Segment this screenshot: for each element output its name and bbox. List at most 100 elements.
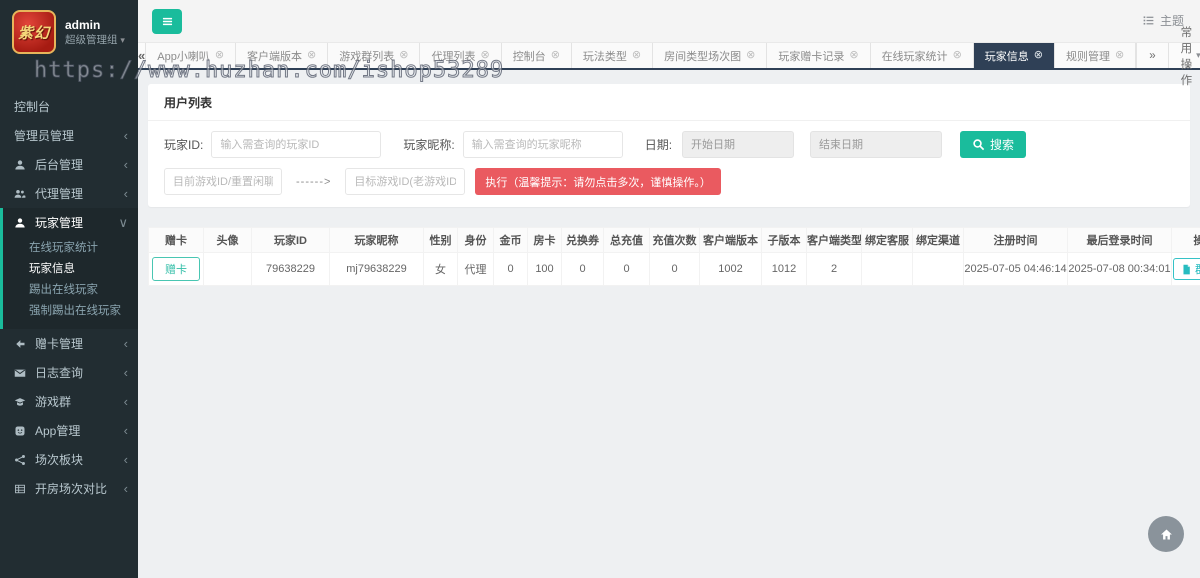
chevron-down-icon: ▾: [1196, 50, 1200, 61]
sidebar-subitem-强制踢出在线玩家[interactable]: 强制踢出在线玩家: [3, 301, 138, 322]
nickname-input[interactable]: [463, 131, 623, 158]
scroll-right-label: »: [1149, 50, 1155, 62]
tab-游戏群列表[interactable]: 游戏群列表⊗: [328, 43, 420, 68]
list-icon: [1142, 14, 1155, 27]
common-actions-dropdown[interactable]: 常用操作 ▾: [1168, 43, 1200, 68]
sidebar-item-label: 代理管理: [35, 185, 124, 202]
tab-close-icon[interactable]: ⊗: [551, 50, 560, 61]
target-game-id-input[interactable]: [345, 168, 465, 195]
current-game-id-input[interactable]: [164, 168, 282, 195]
group-data-button[interactable]: 群数据: [1173, 258, 1200, 280]
chevron-left-icon: ‹: [124, 157, 128, 172]
tab-客户端版本[interactable]: 客户端版本 ⊗: [236, 43, 328, 68]
date-label: 日期:: [645, 136, 672, 153]
envelope-icon: [14, 367, 29, 379]
column-header: 最后登录时间: [1068, 228, 1172, 253]
tab-代理列表[interactable]: 代理列表 ⊗: [420, 43, 501, 68]
search-button[interactable]: 搜索: [960, 131, 1026, 158]
tab-房间类型场次图[interactable]: 房间类型场次图 ⊗: [653, 43, 767, 68]
sidebar-item-label: 管理员管理: [14, 127, 124, 144]
sidebar-item-赠卡管理[interactable]: 赠卡管理‹: [0, 329, 138, 358]
column-header: 绑定客服: [862, 228, 913, 253]
tab-label: 控制台: [513, 48, 546, 64]
app-window: https://www.huzhan.com/ishop53289 紫幻 adm…: [0, 0, 1200, 578]
sidebar-item-代理管理[interactable]: 代理管理‹: [0, 179, 138, 208]
username: admin: [65, 18, 125, 33]
sidebar-subitem-踢出在线玩家[interactable]: 踢出在线玩家: [3, 280, 138, 301]
sidebar-toggle-button[interactable]: [152, 9, 182, 34]
table-row: 赠卡79638229mj79638229女代理01000001002101222…: [149, 253, 1200, 286]
tab-close-icon[interactable]: ⊗: [307, 50, 316, 61]
tab-玩家信息[interactable]: 玩家信息⊗: [974, 43, 1055, 68]
tab-在线玩家统计[interactable]: 在线玩家统计⊗: [871, 43, 974, 68]
tab-玩法类型[interactable]: 玩法类型⊗: [572, 43, 653, 68]
sidebar-item-后台管理[interactable]: 后台管理‹: [0, 150, 138, 179]
sidebar-item-控制台[interactable]: 控制台: [0, 92, 138, 121]
hamburger-icon: [161, 15, 174, 28]
column-header: 客户端类型: [807, 228, 862, 253]
tab-控制台[interactable]: 控制台 ⊗: [502, 43, 572, 68]
execute-button[interactable]: 执行（温馨提示：请勿点击多次，谨慎操作。）: [475, 168, 721, 195]
user-list-panel: 用户列表 玩家ID: 玩家昵称: 日期: 搜索 ------> 执行（温馨提示：…: [148, 84, 1190, 207]
sidebar-item-label: App管理: [35, 422, 124, 439]
tab-close-icon[interactable]: ⊗: [746, 50, 755, 61]
share-icon: [14, 454, 29, 466]
cell-action: 群数据: [1172, 253, 1200, 286]
tab-close-icon[interactable]: ⊗: [399, 50, 408, 61]
cell-voucher: 0: [562, 253, 604, 286]
tab-close-icon[interactable]: ⊗: [849, 50, 858, 61]
scroll-tabs-left-button[interactable]: «: [138, 43, 146, 68]
tab-close-icon[interactable]: ⊗: [1034, 50, 1043, 61]
sidebar-item-管理员管理[interactable]: 管理员管理‹: [0, 121, 138, 150]
tab-规则管理[interactable]: 规则管理⊗: [1055, 43, 1136, 68]
sidebar: 紫幻 admin 超级管理组 ▾ 控制台管理员管理‹后台管理‹代理管理‹玩家管理…: [0, 0, 138, 578]
table-icon: [14, 483, 29, 495]
user-role-dropdown[interactable]: 超级管理组 ▾: [65, 33, 125, 47]
sidebar-item-场次板块[interactable]: 场次板块‹: [0, 445, 138, 474]
arrow-left-icon: [14, 338, 29, 350]
tab-label: 代理列表: [431, 48, 475, 64]
home-icon: [1160, 528, 1173, 541]
common-actions-label: 常用操作: [1181, 24, 1193, 88]
cell-last_login_time: 2025-07-08 00:34:01: [1068, 253, 1172, 286]
tab-App小喇叭[interactable]: App小喇叭⊗: [146, 43, 236, 68]
user-icon: [14, 217, 29, 229]
sidebar-subitem-在线玩家统计[interactable]: 在线玩家统计: [3, 238, 138, 259]
sidebar-item-开房场次对比[interactable]: 开房场次对比‹: [0, 474, 138, 503]
sidebar-subitem-玩家信息[interactable]: 玩家信息: [3, 259, 138, 280]
end-date-input[interactable]: [810, 131, 942, 158]
sidebar-item-玩家管理[interactable]: 玩家管理∨: [3, 208, 138, 237]
user-panel: 紫幻 admin 超级管理组 ▾: [0, 0, 138, 64]
tab-label: 客户端版本: [247, 48, 302, 64]
cell-room_card: 100: [528, 253, 562, 286]
app-logo: 紫幻: [12, 10, 56, 54]
grad-cap-icon: [14, 396, 29, 408]
cell-total_recharge: 0: [604, 253, 650, 286]
panel-title: 用户列表: [148, 84, 1190, 121]
tab-label: 房间类型场次图: [664, 48, 741, 64]
avatar: [204, 253, 252, 286]
gift-card-button[interactable]: 赠卡: [152, 257, 200, 281]
tab-close-icon[interactable]: ⊗: [953, 50, 962, 61]
column-header: 玩家昵称: [330, 228, 424, 253]
players-table: 赠卡头像玩家ID玩家昵称性别身份金币房卡兑换券总充值充值次数客户端版本子版本客户…: [148, 227, 1200, 286]
sidebar-item-App管理[interactable]: App管理‹: [0, 416, 138, 445]
tab-close-icon[interactable]: ⊗: [480, 50, 489, 61]
sidebar-item-日志查询[interactable]: 日志查询‹: [0, 358, 138, 387]
tab-玩家赠卡记录[interactable]: 玩家赠卡记录⊗: [767, 43, 870, 68]
chevron-left-icon: ‹: [124, 365, 128, 380]
cell-player_id: 79638229: [252, 253, 330, 286]
tab-close-icon[interactable]: ⊗: [215, 50, 224, 61]
home-floating-button[interactable]: [1148, 516, 1184, 552]
sidebar-item-label: 开房场次对比: [35, 480, 124, 497]
theme-switcher[interactable]: 主题: [1142, 12, 1184, 29]
scroll-tabs-right-button[interactable]: »: [1136, 43, 1167, 68]
start-date-input[interactable]: [682, 131, 794, 158]
tab-close-icon[interactable]: ⊗: [632, 50, 641, 61]
chevron-left-icon: ‹: [124, 394, 128, 409]
tab-close-icon[interactable]: ⊗: [1115, 50, 1124, 61]
column-header: 充值次数: [650, 228, 700, 253]
player-id-input[interactable]: [211, 131, 381, 158]
column-header: 绑定渠道: [913, 228, 964, 253]
sidebar-item-游戏群[interactable]: 游戏群‹: [0, 387, 138, 416]
